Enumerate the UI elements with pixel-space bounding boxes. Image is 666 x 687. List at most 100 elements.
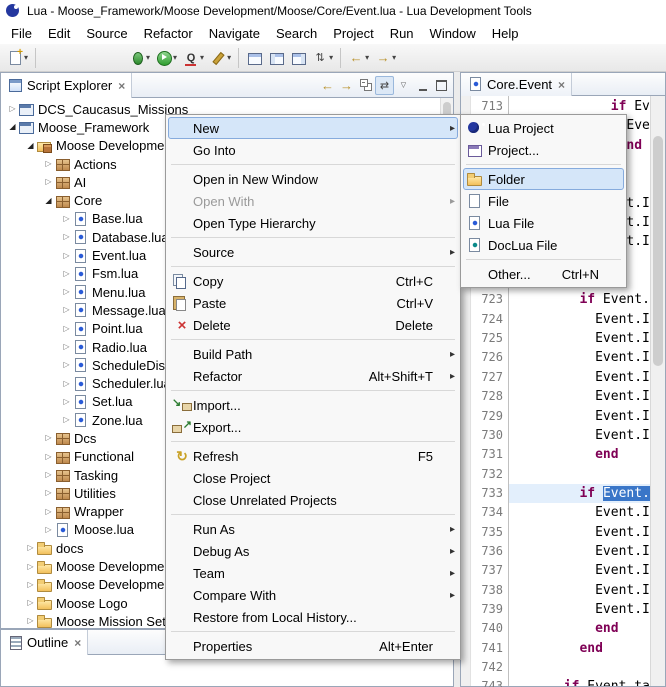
menu-item-refresh[interactable]: RefreshF5 (168, 445, 458, 467)
menu-search[interactable]: Search (268, 24, 325, 43)
collapsed-twisty-icon[interactable] (43, 434, 54, 442)
collapsed-twisty-icon[interactable] (61, 288, 72, 296)
menu-item-import[interactable]: Import... (168, 394, 458, 416)
editor-area-button[interactable] (288, 46, 308, 70)
code-line[interactable]: Event.I (509, 426, 650, 445)
collapsed-twisty-icon[interactable] (43, 489, 54, 497)
menu-item-folder[interactable]: Folder (463, 168, 624, 190)
menu-run[interactable]: Run (382, 24, 422, 43)
code-line[interactable]: Event.I (509, 348, 650, 367)
dropdown-caret-icon[interactable] (227, 53, 231, 62)
menu-item-doclua-file[interactable]: DocLua File (463, 234, 624, 256)
next-annotation-button[interactable] (310, 46, 335, 70)
external-tools-button[interactable] (208, 46, 233, 70)
menu-item-lua-file[interactable]: Lua File (463, 212, 624, 234)
collapsed-twisty-icon[interactable] (61, 416, 72, 424)
menu-file[interactable]: File (3, 24, 40, 43)
dropdown-caret-icon[interactable] (173, 53, 177, 62)
menu-item-other[interactable]: Other...Ctrl+N (463, 263, 624, 285)
code-line[interactable] (509, 658, 650, 677)
dropdown-caret-icon[interactable] (24, 53, 28, 62)
editor-scrollbar[interactable] (650, 96, 665, 686)
code-line[interactable]: Event.I (509, 503, 650, 522)
menu-item-project[interactable]: Project... (463, 139, 624, 161)
dropdown-caret-icon[interactable] (392, 53, 396, 62)
collapsed-twisty-icon[interactable] (61, 398, 72, 406)
collapsed-twisty-icon[interactable] (43, 160, 54, 168)
menu-item-new[interactable]: New (168, 117, 458, 139)
collapse-all-button[interactable] (356, 76, 375, 95)
code-line[interactable] (509, 465, 650, 484)
view-forward-button[interactable] (337, 76, 356, 95)
menu-item-restore-from-local-history[interactable]: Restore from Local History... (168, 606, 458, 628)
menu-item-paste[interactable]: PasteCtrl+V (168, 292, 458, 314)
view-menu-button[interactable] (394, 76, 413, 95)
code-line[interactable]: if Event. (509, 484, 650, 503)
menu-item-delete[interactable]: DeleteDelete (168, 314, 458, 336)
editor-scrollbar-thumb[interactable] (653, 136, 663, 366)
menu-item-open-type-hierarchy[interactable]: Open Type Hierarchy (168, 212, 458, 234)
menu-item-properties[interactable]: PropertiesAlt+Enter (168, 635, 458, 657)
code-line[interactable]: end (509, 619, 650, 638)
menu-item-lua-project[interactable]: Lua Project (463, 117, 624, 139)
editor-tab-close-icon[interactable] (558, 78, 565, 91)
menu-item-compare-with[interactable]: Compare With (168, 584, 458, 606)
collapsed-twisty-icon[interactable] (61, 306, 72, 314)
run-button[interactable] (154, 46, 179, 70)
code-line[interactable]: Event.I (509, 387, 650, 406)
expanded-twisty-icon[interactable] (7, 123, 18, 131)
maximize-button[interactable] (432, 76, 451, 95)
forward-button[interactable] (373, 46, 398, 70)
code-line[interactable]: Event.I (509, 329, 650, 348)
code-line[interactable]: end (509, 445, 650, 464)
dropdown-caret-icon[interactable] (365, 53, 369, 62)
menu-item-open-with[interactable]: Open With (168, 190, 458, 212)
collapsed-twisty-icon[interactable] (61, 252, 72, 260)
menu-project[interactable]: Project (325, 24, 381, 43)
collapsed-twisty-icon[interactable] (61, 233, 72, 241)
code-line[interactable]: Event.I (509, 523, 650, 542)
menu-item-refactor[interactable]: RefactorAlt+Shift+T (168, 365, 458, 387)
code-line[interactable]: end (509, 639, 650, 658)
collapsed-twisty-icon[interactable] (61, 343, 72, 351)
collapsed-twisty-icon[interactable] (61, 325, 72, 333)
back-button[interactable] (346, 46, 371, 70)
minimize-button[interactable] (413, 76, 432, 95)
menu-help[interactable]: Help (484, 24, 527, 43)
menu-item-source[interactable]: Source (168, 241, 458, 263)
open-perspective-button[interactable] (244, 46, 264, 70)
code-line[interactable]: Event.I (509, 407, 650, 426)
menu-item-debug-as[interactable]: Debug As (168, 540, 458, 562)
code-line[interactable]: Event.I (509, 581, 650, 600)
collapsed-twisty-icon[interactable] (25, 563, 36, 571)
menu-item-open-in-new-window[interactable]: Open in New Window (168, 168, 458, 190)
view-back-button[interactable] (318, 76, 337, 95)
menu-window[interactable]: Window (422, 24, 484, 43)
menu-item-run-as[interactable]: Run As (168, 518, 458, 540)
dropdown-caret-icon[interactable] (200, 53, 204, 62)
collapsed-twisty-icon[interactable] (43, 178, 54, 186)
menu-edit[interactable]: Edit (40, 24, 78, 43)
menu-item-file[interactable]: File (463, 190, 624, 212)
collapsed-twisty-icon[interactable] (7, 105, 18, 113)
code-line[interactable]: if Event. (509, 290, 650, 309)
menu-item-team[interactable]: Team (168, 562, 458, 584)
menu-source[interactable]: Source (78, 24, 135, 43)
collapsed-twisty-icon[interactable] (61, 361, 72, 369)
code-line[interactable]: Event.I (509, 561, 650, 580)
collapsed-twisty-icon[interactable] (43, 526, 54, 534)
menu-navigate[interactable]: Navigate (201, 24, 268, 43)
code-line[interactable]: Event.I (509, 542, 650, 561)
menu-item-build-path[interactable]: Build Path (168, 343, 458, 365)
collapsed-twisty-icon[interactable] (61, 380, 72, 388)
menu-item-export[interactable]: Export... (168, 416, 458, 438)
collapsed-twisty-icon[interactable] (43, 453, 54, 461)
show-view-button[interactable] (266, 46, 286, 70)
dropdown-caret-icon[interactable] (329, 53, 333, 62)
tab-script-explorer[interactable]: Script Explorer (1, 73, 132, 98)
collapsed-twisty-icon[interactable] (43, 508, 54, 516)
link-with-editor-button[interactable] (375, 76, 394, 95)
collapsed-twisty-icon[interactable] (25, 581, 36, 589)
coverage-button[interactable] (181, 46, 206, 70)
code-line[interactable]: Event.I (509, 310, 650, 329)
